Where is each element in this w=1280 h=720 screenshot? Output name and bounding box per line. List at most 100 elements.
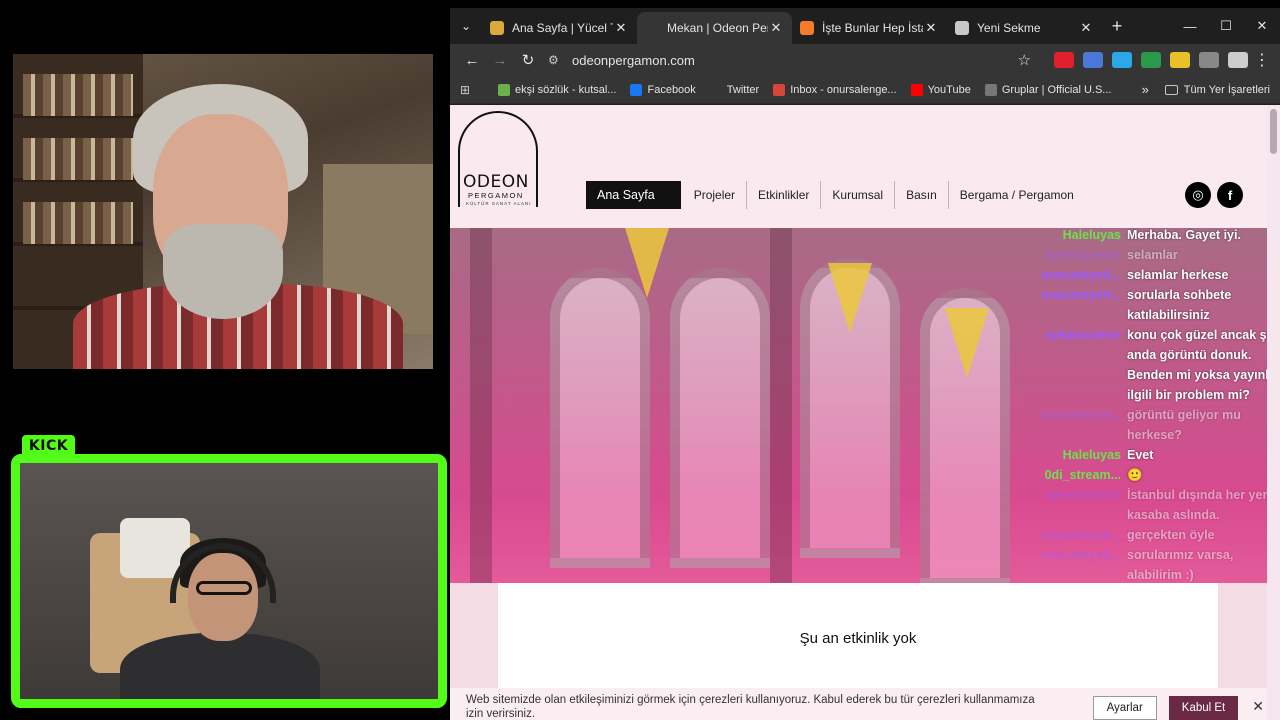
menu-icon[interactable]: ⋮	[1252, 50, 1272, 70]
close-window-icon[interactable]: ✕	[1244, 8, 1280, 44]
extension-icon[interactable]	[1140, 52, 1161, 68]
minimize-icon[interactable]: —	[1172, 8, 1208, 44]
bookmark-item[interactable]: Gruplar | Official U.S...	[984, 83, 1112, 96]
extensions	[1049, 52, 1252, 68]
chat-message: 0di_stream... 🙂	[1018, 465, 1278, 485]
extension-icon[interactable]	[1082, 52, 1103, 68]
chat-message: Haleluyas Merhaba. Gayet iyi.	[1018, 225, 1278, 245]
nav-item-etkinlikler[interactable]: Etkinlikler	[747, 181, 822, 209]
stained-glass	[945, 308, 989, 378]
cookie-settings-button[interactable]: Ayarlar	[1092, 696, 1157, 720]
extension-icon[interactable]	[1169, 52, 1190, 68]
chat-text: gerçekten öyle	[1127, 528, 1215, 542]
tab-title: İşte Bunlar Hep İstanbul	[822, 21, 923, 35]
back-icon[interactable]: ←	[458, 52, 486, 69]
tab-list: Ana Sayfa | Yücel Tunca✕Mekan | Odeon Pe…	[482, 8, 1102, 44]
nav-item-projeler[interactable]: Projeler	[683, 181, 748, 209]
nav-item-ana-sayfa[interactable]: Ana Sayfa	[586, 181, 681, 209]
link-icon	[984, 83, 997, 96]
web-page: ODEON PERGAMON KÜLTÜR SANAT ALANI Ana Sa…	[450, 105, 1280, 720]
browser-tab[interactable]: İşte Bunlar Hep İstanbul✕	[792, 12, 947, 44]
chat-text: İstanbul dışında her yer kasaba aslında.	[1127, 488, 1268, 522]
close-tab-icon[interactable]: ✕	[768, 20, 784, 36]
bookmark-star-icon[interactable]: ☆	[1018, 51, 1031, 69]
no-event-text: Şu an etkinlik yok	[799, 629, 917, 647]
chat-text: selamlar herkese	[1127, 268, 1229, 282]
facebook-icon	[630, 83, 643, 96]
logo-tagline: KÜLTÜR SANAT ALANI	[466, 201, 532, 206]
guest-body	[120, 633, 320, 699]
chat-username: masumiyeti...	[1041, 288, 1121, 302]
reload-icon[interactable]: ↻	[514, 51, 542, 69]
apps-icon[interactable]: ⊞	[460, 83, 480, 97]
nav-item-bas-n[interactable]: Basın	[895, 181, 949, 209]
chat-text: sorularla sohbete katılabilirsiniz	[1127, 288, 1232, 322]
chat-message: aykanozener İstanbul dışında her yer kasa…	[1018, 485, 1278, 525]
host-webcam	[13, 54, 433, 369]
new-tab-button[interactable]: +	[1102, 16, 1132, 37]
eksi-icon	[498, 83, 510, 96]
tab-bar: ⌄ Ana Sayfa | Yücel Tunca✕Mekan | Odeon …	[450, 8, 1280, 44]
browser-toolbar: ← → ↻ ⚙ odeonpergamon.com ☆ ⋮	[450, 44, 1280, 76]
close-tab-icon[interactable]: ✕	[1078, 20, 1094, 36]
extension-icon[interactable]	[1111, 52, 1132, 68]
bookmark-label: Gruplar | Official U.S...	[1001, 83, 1112, 96]
forward-icon[interactable]: →	[486, 52, 514, 69]
browser-tab[interactable]: Mekan | Odeon Pergamon✕	[637, 12, 792, 44]
chat-username: masumiyeti...	[1041, 408, 1121, 422]
page-scrollbar[interactable]	[1267, 105, 1280, 720]
pillar	[470, 228, 492, 583]
browser-window: ⌄ Ana Sayfa | Yücel Tunca✕Mekan | Odeon …	[450, 8, 1280, 720]
chat-username: masumiyeti...	[1041, 528, 1121, 542]
browser-tab[interactable]: Ana Sayfa | Yücel Tunca✕	[482, 12, 637, 44]
address-bar[interactable]: ⚙ odeonpergamon.com ☆	[548, 46, 1049, 74]
chat-message: masumiyeti... selamlar herkese	[1018, 265, 1278, 285]
all-bookmarks-folder[interactable]: Tüm Yer İşaretleri	[1164, 84, 1270, 96]
youtube-icon	[910, 83, 923, 96]
bookmark-list: ekşi sözlük - kutsal... Facebook Twitter In…	[498, 83, 1125, 96]
nav-item-kurumsal[interactable]: Kurumsal	[821, 181, 896, 209]
logo-subtitle: PERGAMON	[468, 191, 524, 200]
chat-text: Evet	[1127, 448, 1154, 462]
bookmark-item[interactable]: Twitter	[709, 83, 760, 96]
browser-tab[interactable]: Yeni Sekme ✕	[947, 12, 1102, 44]
logo-title: ODEON	[463, 172, 529, 192]
tab-title: Ana Sayfa | Yücel Tunca	[512, 21, 613, 35]
bookmark-label: Twitter	[726, 83, 760, 96]
chat-message: masumiyeti... görüntü geliyor mu herkese?	[1018, 405, 1278, 445]
chat-username: masumiyeti...	[1041, 268, 1121, 282]
site-info-icon[interactable]: ⚙	[548, 53, 572, 67]
nav-item-bergama-pergamon[interactable]: Bergama / Pergamon	[949, 181, 1085, 209]
site-header: ODEON PERGAMON KÜLTÜR SANAT ALANI Ana Sa…	[450, 105, 1280, 228]
close-tab-icon[interactable]: ✕	[613, 20, 629, 36]
instagram-icon[interactable]: ◎	[1185, 182, 1211, 208]
cookie-accept-button[interactable]: Kabul Et	[1168, 696, 1239, 720]
bookmark-item[interactable]: ekşi sözlük - kutsal...	[498, 83, 616, 96]
chat-username: aykanozener	[1045, 328, 1121, 342]
close-icon[interactable]: ✕	[1252, 698, 1264, 715]
maximize-icon[interactable]: ☐	[1208, 8, 1244, 44]
site-nav: Ana Sayfa Projeler Etkinlikler Kurumsal Bası…	[586, 181, 1085, 209]
close-tab-icon[interactable]: ✕	[923, 20, 939, 36]
chat-username: aykanozener	[1045, 248, 1121, 262]
arch	[550, 268, 650, 568]
extension-icon[interactable]	[1053, 52, 1074, 68]
tab-search-icon[interactable]: ⌄	[450, 8, 482, 44]
extension-icon[interactable]	[1227, 52, 1248, 68]
bookmark-item[interactable]: Inbox - onursalenge...	[773, 83, 897, 96]
pillar	[770, 228, 792, 583]
extension-icon[interactable]	[1198, 52, 1219, 68]
facebook-icon[interactable]: f	[1217, 182, 1243, 208]
books	[23, 74, 133, 116]
chat-username: Haleluyas	[1062, 228, 1121, 242]
x-icon	[709, 83, 722, 96]
bookmark-item[interactable]: Facebook	[630, 83, 696, 96]
chat-message: Haleluyas Evet	[1018, 445, 1278, 465]
tab-title: Mekan | Odeon Pergamon	[667, 21, 768, 35]
bookmark-label: Inbox - onursalenge...	[790, 83, 897, 96]
url-text: odeonpergamon.com	[572, 52, 695, 68]
more-bookmarks-icon[interactable]: »	[1142, 82, 1149, 97]
bookmark-item[interactable]: YouTube	[910, 83, 971, 96]
glasses	[196, 581, 252, 595]
scroll-thumb[interactable]	[1270, 109, 1277, 154]
